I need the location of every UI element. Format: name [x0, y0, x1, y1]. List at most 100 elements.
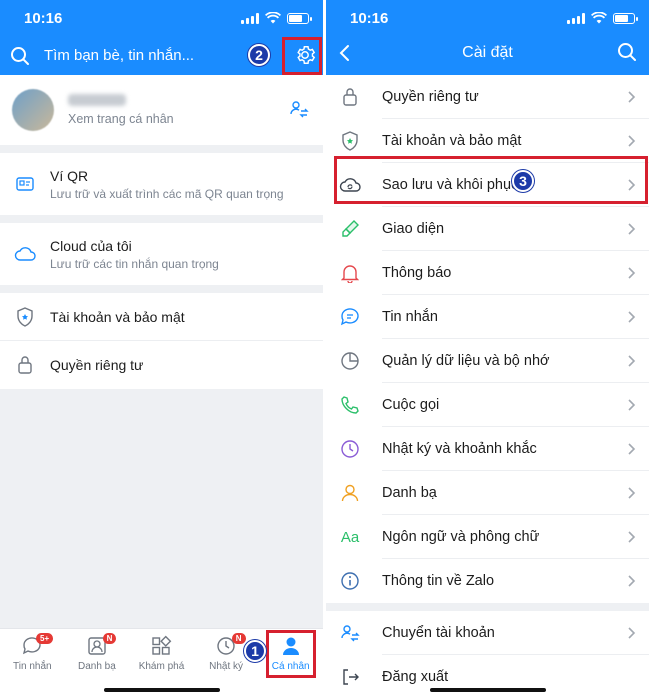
page-title: Cài đặt — [462, 44, 513, 61]
badge-contacts: N — [102, 633, 117, 644]
settings-label: Chuyển tài khoản — [382, 625, 495, 641]
settings-screen: 10:16 Cài đặt Quyền riêng tư Tài khoản v… — [326, 0, 649, 700]
settings-item-privacy[interactable]: Quyền riêng tư — [326, 75, 649, 119]
highlight-settings-gear — [282, 37, 322, 75]
item-title: Tài khoản và bảo mật — [50, 308, 185, 325]
search-input[interactable]: Tìm bạn bè, tin nhắn... — [44, 47, 194, 64]
chevron-right-icon — [628, 487, 636, 499]
search-icon[interactable] — [617, 42, 637, 62]
settings-label: Tài khoản và bảo mật — [382, 133, 522, 149]
switch-account-icon — [338, 621, 362, 645]
person-icon — [338, 481, 362, 505]
nav-label: Khám phá — [138, 661, 185, 672]
clock-icon — [338, 437, 362, 461]
search-bar[interactable]: Tìm bạn bè, tin nhắn... — [0, 36, 323, 75]
font-glyph: Aa — [340, 528, 360, 546]
cloud-icon — [14, 243, 36, 265]
switch-account-icon[interactable] — [289, 99, 309, 119]
profile-screen: 10:16 Tìm bạn bè, tin nhắn... Xem trang … — [0, 0, 323, 700]
home-indicator — [104, 688, 220, 692]
highlight-profile-tab — [266, 630, 316, 678]
status-time: 10:16 — [24, 9, 63, 27]
chevron-right-icon — [628, 443, 636, 455]
nav-label: Tin nhắn — [13, 661, 52, 672]
bell-icon — [338, 261, 362, 285]
chevron-right-icon — [628, 223, 636, 235]
profile-row[interactable]: Xem trang cá nhân — [0, 75, 323, 145]
list-item-qr-wallet[interactable]: Ví QR Lưu trữ và xuất trình các mã QR qua… — [0, 153, 323, 215]
search-icon[interactable] — [10, 46, 30, 66]
qr-wallet-icon — [14, 173, 36, 195]
chevron-right-icon — [628, 627, 636, 639]
settings-label: Ngôn ngữ và phông chữ — [382, 529, 540, 545]
settings-item-calls[interactable]: Cuộc gọi — [326, 383, 649, 427]
list-item-my-cloud[interactable]: Cloud của tôi Lưu trữ các tin nhắn quan t… — [0, 223, 323, 285]
top-bar: 10:16 Cài đặt — [326, 0, 649, 75]
chat-icon — [338, 305, 362, 329]
chevron-right-icon — [628, 311, 636, 323]
settings-item-logout[interactable]: Đăng xuất — [326, 655, 649, 699]
settings-label: Quyền riêng tư — [382, 89, 479, 105]
chevron-right-icon — [628, 91, 636, 103]
item-subtitle: Lưu trữ và xuất trình các mã QR quan trọ… — [50, 186, 284, 201]
nav-label: Danh bạ — [77, 661, 116, 672]
avatar — [12, 89, 54, 131]
settings-item-data-storage[interactable]: Quản lý dữ liệu và bộ nhớ — [326, 339, 649, 383]
shield-icon — [14, 306, 36, 328]
chevron-right-icon — [628, 267, 636, 279]
badge-timeline: N — [231, 633, 246, 644]
chevron-right-icon — [628, 355, 636, 367]
lock-icon — [338, 85, 362, 109]
lock-icon — [14, 354, 36, 376]
home-indicator — [430, 688, 546, 692]
battery-icon — [287, 12, 312, 24]
signal-icon — [241, 12, 259, 24]
grid-icon — [152, 635, 172, 655]
chevron-right-icon — [628, 135, 636, 147]
nav-label: Nhật ký — [209, 661, 244, 672]
list-item-account-security[interactable]: Tài khoản và bảo mật — [0, 293, 323, 341]
settings-item-messages[interactable]: Tin nhắn — [326, 295, 649, 339]
info-icon — [338, 569, 362, 593]
phone-icon — [338, 393, 362, 417]
settings-label: Giao diện — [382, 221, 445, 237]
status-bar: 10:16 — [326, 0, 649, 36]
nav-messages[interactable]: 5+ Tin nhắn — [0, 629, 65, 700]
item-subtitle: Lưu trữ các tin nhắn quan trọng — [50, 256, 219, 271]
pie-icon — [338, 349, 362, 373]
settings-label: Tin nhắn — [382, 309, 438, 325]
battery-icon — [613, 12, 638, 24]
status-time: 10:16 — [350, 9, 389, 27]
badge-messages: 5+ — [36, 633, 54, 644]
signal-icon — [567, 12, 585, 24]
settings-item-language-font[interactable]: Aa Ngôn ngữ và phông chữ — [326, 515, 649, 559]
settings-label: Cuộc gọi — [382, 397, 440, 413]
step-marker-3: 3 — [512, 170, 534, 192]
profile-name-blurred — [68, 94, 126, 106]
font-icon: Aa — [338, 525, 362, 549]
top-bar: 10:16 Tìm bạn bè, tin nhắn... — [0, 0, 323, 75]
wifi-icon — [265, 12, 281, 24]
section-gap — [326, 603, 649, 611]
settings-item-switch-account[interactable]: Chuyển tài khoản — [326, 611, 649, 655]
settings-item-notifications[interactable]: Thông báo — [326, 251, 649, 295]
settings-item-timeline[interactable]: Nhật ký và khoảnh khắc — [326, 427, 649, 471]
status-bar: 10:16 — [0, 0, 323, 36]
item-title: Quyền riêng tư — [50, 357, 144, 373]
settings-item-appearance[interactable]: Giao diện — [326, 207, 649, 251]
brush-icon — [338, 217, 362, 241]
chevron-right-icon — [628, 575, 636, 587]
chevron-right-icon — [628, 531, 636, 543]
settings-label: Đăng xuất — [382, 669, 449, 685]
settings-label: Nhật ký và khoảnh khắc — [382, 441, 537, 457]
settings-item-about-zalo[interactable]: Thông tin về Zalo — [326, 559, 649, 603]
list-item-privacy[interactable]: Quyền riêng tư — [0, 341, 323, 389]
settings-item-contacts[interactable]: Danh bạ — [326, 471, 649, 515]
step-marker-2: 2 — [248, 44, 270, 66]
logout-icon — [338, 665, 362, 689]
highlight-backup-restore — [334, 156, 648, 204]
settings-label: Thông báo — [382, 265, 452, 281]
step-marker-1: 1 — [244, 640, 266, 662]
chevron-right-icon — [628, 399, 636, 411]
shield-icon — [338, 129, 362, 153]
